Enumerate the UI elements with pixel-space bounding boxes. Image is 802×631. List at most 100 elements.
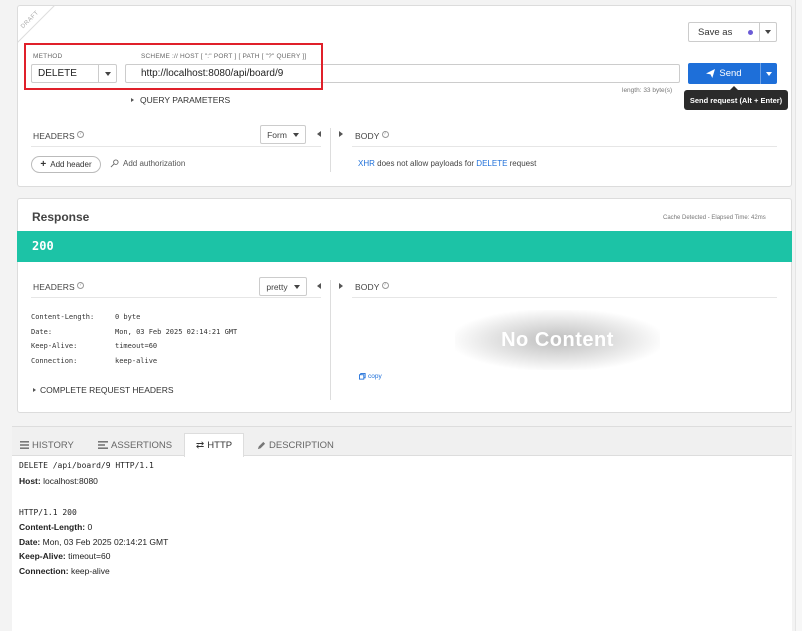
copy-button[interactable]: copy [359,373,382,380]
no-content-area: No Content [455,310,660,370]
collapse-left-icon[interactable] [317,131,321,137]
request-headers-rule [31,146,321,147]
expand-right-icon[interactable] [339,131,343,137]
paper-plane-icon [706,69,716,78]
http-status-line: HTTP/1.1 200 [19,507,77,517]
http-request-line: DELETE /api/board/9 HTTP/1.1 [19,461,154,470]
copy-icon [359,373,366,380]
header-value: Mon, 03 Feb 2025 02:14:21 GMT [115,327,238,336]
tab-history-label: HISTORY [32,439,74,451]
form-label: Form [267,129,287,140]
tab-history[interactable]: HISTORY [20,434,74,456]
send-button-group: Send [688,63,777,84]
status-code: 200 [32,239,54,253]
header-value: keep-alive [115,356,158,365]
query-parameters-toggle[interactable]: QUERY PARAMETERS [131,95,230,105]
copy-label: copy [368,373,382,380]
pencil-icon [257,441,266,449]
request-body-rule [352,146,777,147]
add-authorization-link[interactable]: Add authorization [110,159,185,168]
http-line-key: Keep-Alive: [19,551,66,561]
save-as-button[interactable]: Save as [689,23,759,41]
key-icon [110,159,119,168]
send-tooltip: Send request (Alt + Enter) [684,86,788,110]
form-select[interactable]: Form [260,125,306,144]
tab-description[interactable]: DESCRIPTION [257,434,334,456]
add-header-button[interactable]: + Add header [31,156,101,173]
chevron-down-icon [766,71,772,76]
response-headers-label: HEADERS? [33,282,84,292]
http-response-line: Keep-Alive: timeout=60 [19,549,168,564]
send-button[interactable]: Send [688,63,760,84]
chevron-down-icon [292,132,299,137]
response-header-list: Content-Length: 0 byte Date: Mon, 03 Feb 2… [31,310,237,368]
send-dropdown-toggle[interactable] [760,63,777,84]
request-headers-label: HEADERS? [33,131,84,141]
header-name: Content-Length: [31,313,95,321]
tab-assertions[interactable]: ASSERTIONS [98,434,172,456]
request-headers-text: HEADERS [33,131,75,141]
header-name: Keep-Alive: [31,342,78,350]
expand-right-icon[interactable] [339,283,343,289]
http-line-value: keep-alive [68,565,110,576]
help-icon: ? [381,282,389,290]
payload-method-text: DELETE [476,159,508,168]
help-icon: ? [76,131,84,139]
response-header-row: Content-Length: 0 byte [31,310,237,325]
complete-request-headers-label: COMPLETE REQUEST HEADERS [40,385,174,395]
status-dot-icon [748,29,753,35]
tab-description-label: DESCRIPTION [269,439,334,451]
tab-http-label: HTTP [207,440,233,451]
collapse-left-icon[interactable] [317,283,321,289]
status-bar: 200 [17,231,792,262]
save-as-group: Save as [688,22,777,42]
http-line-value: 0 [85,522,93,532]
header-name: Date: [31,327,53,336]
header-value: timeout=60 [115,342,158,350]
help-icon: ? [76,282,84,290]
http-response-line: Date: Mon, 03 Feb 2025 02:14:21 GMT [19,535,168,550]
http-line-value: Mon, 03 Feb 2025 02:14:21 GMT [40,536,169,547]
response-body-label: BODY? [355,282,389,292]
response-header-row: Date: Mon, 03 Feb 2025 02:14:21 GMT [31,325,237,340]
response-pane-divider [330,280,331,400]
body-payload-message: XHR does not allow payloads for DELETE r… [358,159,536,168]
list-icon [20,441,29,449]
response-headers-text: HEADERS [33,282,75,292]
tooltip-arrow [730,86,738,90]
save-as-label: Save as [698,26,733,38]
response-header-row: Connection: keep-alive [31,354,237,369]
http-line-key: Date: [19,536,41,547]
header-value: 0 byte [115,313,141,321]
highlight-box [24,43,323,90]
http-host-line: Host: localhost:8080 [19,474,168,489]
response-title: Response [32,210,90,224]
request-body-text: BODY [355,131,380,141]
payload-end-text: request [507,159,537,168]
caret-right-icon [131,98,134,102]
chevron-down-icon [765,30,771,34]
save-as-dropdown-toggle[interactable] [759,23,776,41]
response-header-row: Keep-Alive: timeout=60 [31,339,237,354]
help-icon: ? [381,131,389,139]
http-log-spacer [19,488,168,503]
http-response-line: Content-Length: 0 [19,520,168,535]
tab-http[interactable]: ⇄ HTTP [184,433,244,457]
assertions-icon [98,441,108,449]
exchange-icon: ⇄ [195,440,205,451]
response-body-text: BODY [355,282,380,292]
page-scrollbar[interactable] [795,0,802,631]
query-parameters-label: QUERY PARAMETERS [140,95,231,105]
request-body-label: BODY? [355,131,389,141]
send-label: Send [719,68,742,79]
response-body-rule [352,297,777,298]
complete-request-headers-toggle[interactable]: COMPLETE REQUEST HEADERS [33,385,174,395]
add-authorization-label: Add authorization [123,159,186,168]
plus-icon: + [40,158,47,170]
caret-right-icon [33,388,36,392]
xhr-text: XHR [358,159,375,168]
pretty-select[interactable]: pretty [259,277,307,296]
draft-ribbon: DRAFT [17,5,57,45]
http-line-value: timeout=60 [65,551,111,561]
cache-info: Cache Detected - Elapsed Time: 42ms [663,215,766,221]
